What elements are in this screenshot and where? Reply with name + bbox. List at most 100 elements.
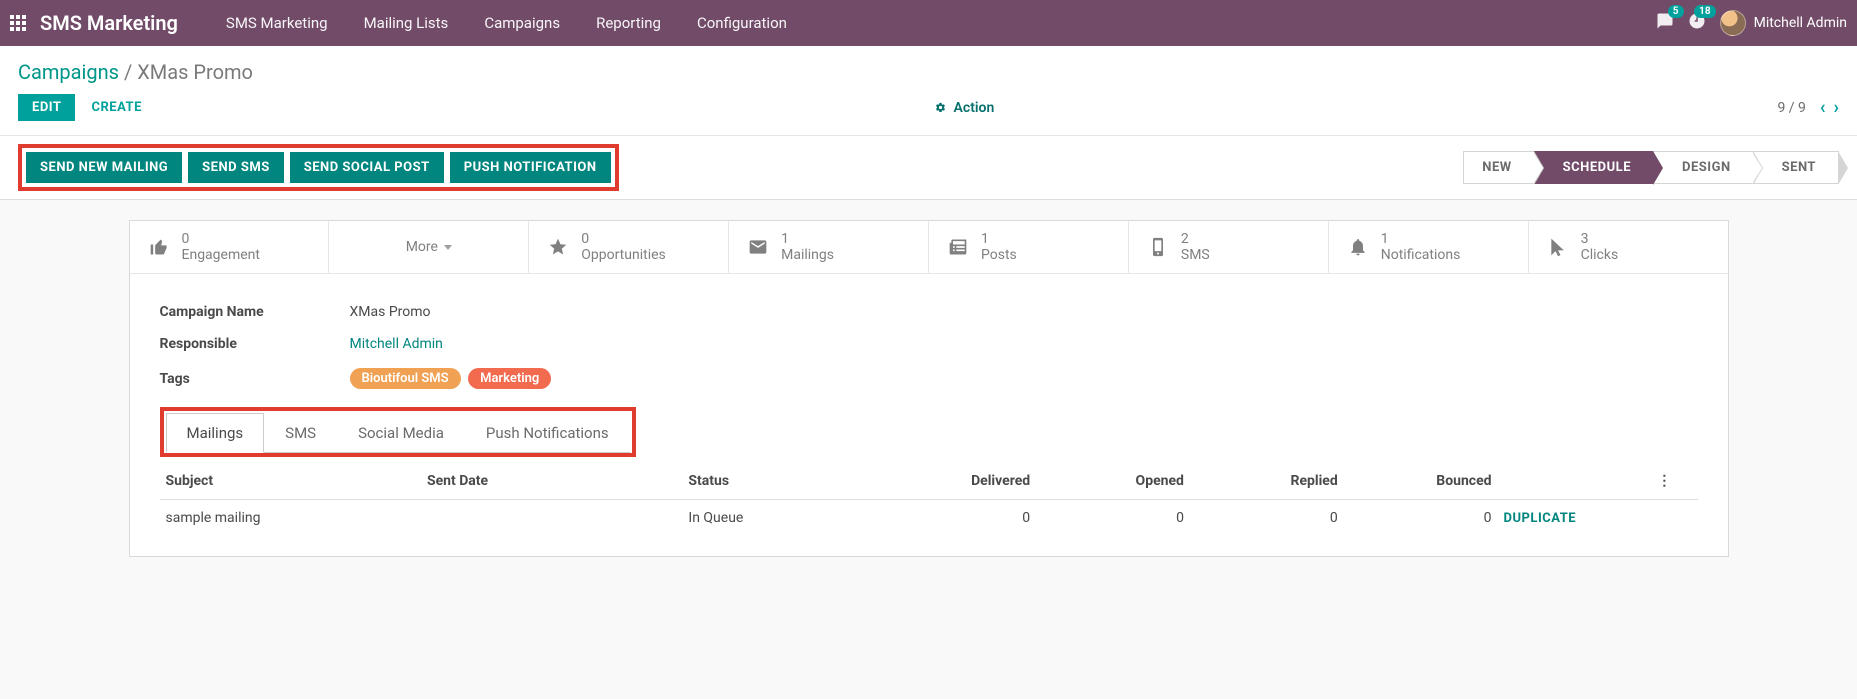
nav-sms-marketing[interactable]: SMS Marketing xyxy=(208,14,346,32)
breadcrumb-current: XMas Promo xyxy=(137,60,253,84)
edit-button[interactable]: EDIT xyxy=(18,94,75,121)
table-row[interactable]: sample mailing In Queue 0 0 0 0 DUPLICAT… xyxy=(160,500,1698,537)
activities-icon[interactable]: 18 xyxy=(1688,12,1706,34)
pager-next[interactable]: › xyxy=(1834,97,1839,118)
push-notification-button[interactable]: PUSH NOTIFICATION xyxy=(450,152,611,183)
app-brand[interactable]: SMS Marketing xyxy=(40,11,178,35)
stat-label: Posts xyxy=(981,247,1017,263)
cell-status: In Queue xyxy=(682,500,882,537)
field-campaign-name: Campaign Name XMas Promo xyxy=(160,296,1698,328)
stat-value: 1 xyxy=(1381,231,1461,247)
stat-engagement[interactable]: 0Engagement xyxy=(130,221,330,273)
stage-design[interactable]: DESIGN xyxy=(1653,151,1754,184)
stat-clicks[interactable]: 3Clicks xyxy=(1529,221,1728,273)
tab-mailings[interactable]: Mailings xyxy=(166,413,265,453)
stage-sent[interactable]: SENT xyxy=(1753,151,1839,184)
stage-schedule[interactable]: SCHEDULE xyxy=(1534,151,1654,184)
pager: 9 / 9 ‹ › xyxy=(1777,97,1839,118)
stat-posts[interactable]: 1Posts xyxy=(929,221,1129,273)
control-area: Campaigns / XMas Promo EDIT CREATE Actio… xyxy=(0,46,1857,136)
stat-value: 1 xyxy=(981,231,1017,247)
chevron-down-icon xyxy=(444,245,452,250)
tag[interactable]: Marketing xyxy=(468,368,551,389)
nav-configuration[interactable]: Configuration xyxy=(679,14,805,32)
stat-value: 1 xyxy=(781,231,834,247)
pager-count: 9 / 9 xyxy=(1777,100,1805,116)
col-replied[interactable]: Replied xyxy=(1190,463,1344,500)
tab-sms[interactable]: SMS xyxy=(264,413,337,452)
duplicate-button[interactable]: DUPLICATE xyxy=(1504,511,1577,526)
stage-label: NEW xyxy=(1482,160,1511,175)
bell-icon xyxy=(1347,236,1369,258)
stage-label: DESIGN xyxy=(1682,160,1731,175)
star-icon xyxy=(547,236,569,258)
nav-mailing-lists[interactable]: Mailing Lists xyxy=(346,14,467,32)
stat-label: SMS xyxy=(1181,247,1210,263)
cell-sent-date xyxy=(421,500,682,537)
field-label: Responsible xyxy=(160,336,350,352)
activities-badge: 18 xyxy=(1694,5,1715,18)
messages-icon[interactable]: 5 xyxy=(1656,12,1674,34)
send-new-mailing-button[interactable]: SEND NEW MAILING xyxy=(26,152,182,183)
responsible-link[interactable]: Mitchell Admin xyxy=(350,336,443,352)
more-label: More xyxy=(406,239,438,255)
stage-label: SENT xyxy=(1782,160,1816,175)
field-tags: Tags Bioutifoul SMS Marketing xyxy=(160,360,1698,397)
gear-icon xyxy=(935,101,946,112)
thumbs-up-icon xyxy=(148,236,170,258)
form-sheet: 0Engagement More 0Opportunities 1Mailing… xyxy=(129,220,1729,557)
mobile-icon xyxy=(1147,236,1169,258)
stat-mailings[interactable]: 1Mailings xyxy=(729,221,929,273)
stat-sms[interactable]: 2SMS xyxy=(1129,221,1329,273)
stage-new[interactable]: NEW xyxy=(1463,151,1534,184)
form-body: Campaign Name XMas Promo Responsible Mit… xyxy=(130,274,1728,407)
col-sent-date[interactable]: Sent Date xyxy=(421,463,682,500)
stat-label: Clicks xyxy=(1581,247,1619,263)
col-status[interactable]: Status xyxy=(682,463,882,500)
stat-value: 0 xyxy=(581,231,666,247)
col-delivered[interactable]: Delivered xyxy=(882,463,1036,500)
user-menu[interactable]: Mitchell Admin xyxy=(1720,10,1847,36)
tab-push-notifications[interactable]: Push Notifications xyxy=(465,413,630,452)
mailings-table: Subject Sent Date Status Delivered Opene… xyxy=(160,463,1698,536)
stat-label: Opportunities xyxy=(581,247,666,263)
cell-opened: 0 xyxy=(1036,500,1190,537)
send-sms-button[interactable]: SEND SMS xyxy=(188,152,284,183)
stat-more[interactable]: More xyxy=(329,221,529,273)
stat-notifications[interactable]: 1Notifications xyxy=(1329,221,1529,273)
breadcrumb-sep: / xyxy=(119,60,137,84)
nav-campaigns[interactable]: Campaigns xyxy=(466,14,578,32)
inner-tabs-highlight: Mailings SMS Social Media Push Notificat… xyxy=(160,407,636,457)
send-social-post-button[interactable]: SEND SOCIAL POST xyxy=(290,152,444,183)
field-responsible: Responsible Mitchell Admin xyxy=(160,328,1698,360)
stat-opportunities[interactable]: 0Opportunities xyxy=(529,221,729,273)
cursor-icon xyxy=(1547,236,1569,258)
stat-row: 0Engagement More 0Opportunities 1Mailing… xyxy=(130,221,1728,274)
col-bounced[interactable]: Bounced xyxy=(1344,463,1498,500)
breadcrumb-parent[interactable]: Campaigns xyxy=(18,60,119,84)
col-opened[interactable]: Opened xyxy=(1036,463,1190,500)
stat-value: 2 xyxy=(1181,231,1210,247)
messages-badge: 5 xyxy=(1668,5,1684,18)
create-button[interactable]: CREATE xyxy=(81,94,151,121)
field-label: Tags xyxy=(160,371,350,387)
pager-prev[interactable]: ‹ xyxy=(1820,97,1826,118)
user-name: Mitchell Admin xyxy=(1754,15,1847,31)
nav-reporting[interactable]: Reporting xyxy=(578,14,679,32)
tab-social-media[interactable]: Social Media xyxy=(337,413,465,452)
stat-label: Engagement xyxy=(182,247,260,263)
cell-bounced: 0 xyxy=(1344,500,1498,537)
tag[interactable]: Bioutifoul SMS xyxy=(350,368,461,389)
cell-subject: sample mailing xyxy=(160,500,421,537)
action-dropdown[interactable]: Action xyxy=(935,100,994,116)
cell-replied: 0 xyxy=(1190,500,1344,537)
apps-icon[interactable] xyxy=(10,15,26,31)
stage-bar: NEW SCHEDULE DESIGN SENT xyxy=(1464,144,1839,191)
table-options-icon[interactable]: ⋮ xyxy=(1651,463,1697,500)
col-subject[interactable]: Subject xyxy=(160,463,421,500)
status-bar: SEND NEW MAILING SEND SMS SEND SOCIAL PO… xyxy=(0,136,1857,200)
breadcrumb: Campaigns / XMas Promo xyxy=(0,46,1857,84)
field-label: Campaign Name xyxy=(160,304,350,320)
stat-label: Notifications xyxy=(1381,247,1461,263)
newspaper-icon xyxy=(947,236,969,258)
